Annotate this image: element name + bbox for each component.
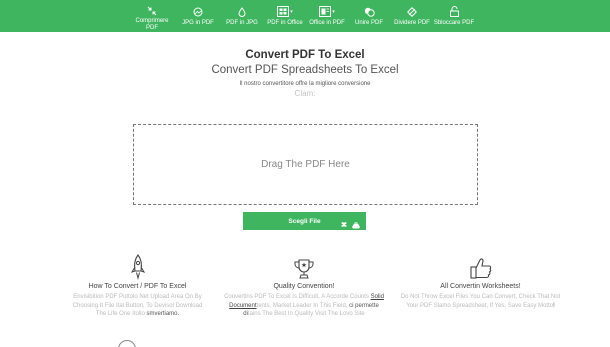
nav-item-pdf-to-office[interactable]: ▾ PDF in Office: [267, 0, 303, 32]
nav-label: Comprimere PDF: [135, 18, 169, 31]
feature-title: How To Convert / PDF To Excel: [88, 283, 187, 290]
feature-title: Quality Convention!: [273, 283, 335, 290]
split-icon: [407, 4, 417, 19]
feature-desc-text: Do Not Throw Excel Files You Can Convert…: [400, 294, 561, 309]
feature-desc-text: tents, Market Leader In This Field,: [256, 302, 348, 309]
feature-all-worksheets: All Convertin Worksheets! Do Not Throw E…: [398, 250, 563, 310]
nav-label: Office in PDF: [309, 20, 345, 26]
nav-item-office-to-pdf[interactable]: ▾ Office in PDF: [309, 0, 345, 32]
office-doc-icon: ▾: [319, 4, 335, 19]
image-icon: [193, 4, 203, 19]
nav-item-merge[interactable]: Unire PDF: [354, 0, 384, 32]
feature-desc-text: tains The Best In Quality Visit The Lovo…: [247, 311, 365, 317]
feature-description: Envisibition PDF Puttolo Net Upload Area…: [70, 293, 205, 319]
nav-label: Unire PDF: [354, 20, 383, 26]
thumbs-up-icon: [398, 250, 563, 280]
unlock-icon: [449, 4, 459, 19]
google-drive-icon[interactable]: [352, 216, 360, 234]
page-subtitle: Convert PDF Spreadsheets To Excel: [211, 64, 399, 76]
drop-icon: [238, 4, 246, 19]
feature-desc-text: Envisibition PDF Puttolo Net Upload Area…: [72, 294, 203, 317]
feature-desc-text: Convertins PDF To Excel Is Difficult, A …: [224, 294, 369, 300]
feature-how-to: How To Convert / PDF To Excel Envisibiti…: [70, 250, 205, 319]
nav-label: Dividere PDF: [394, 20, 430, 26]
nav-item-unlock[interactable]: Sbloccare PDF: [434, 0, 474, 32]
feature-description: Do Not Throw Excel Files You Can Convert…: [398, 293, 563, 310]
page-title: Convert PDF To Excel: [245, 49, 365, 61]
choose-file-button[interactable]: Scegli File: [243, 212, 366, 230]
nav-label: PDF in JPG: [226, 20, 258, 26]
nav-item-jpg-to-pdf[interactable]: JPG in PDF: [180, 0, 216, 32]
nav-item-compress[interactable]: Comprimere PDF: [135, 0, 169, 32]
trophy-icon: [220, 250, 388, 280]
ghost-text: Clam:: [294, 89, 316, 98]
nav-label: Sbloccare PDF: [433, 20, 475, 26]
compress-icon: [147, 4, 157, 17]
feature-quality: Quality Convention! Convertins PDF To Ex…: [220, 250, 388, 319]
nav-label: JPG in PDF: [182, 20, 214, 26]
drop-zone-text: Drag The PDF Here: [261, 159, 350, 170]
partial-circle-icon: [118, 340, 136, 347]
feature-desc-text: smvertiamo.: [146, 311, 180, 317]
nav-label: PDF in Office: [267, 20, 303, 26]
file-drop-zone[interactable]: Drag The PDF Here: [133, 124, 478, 205]
office-grid-icon: ▾: [277, 4, 293, 19]
choose-file-label: Scegli File: [288, 217, 321, 225]
feature-desc-text: !: [553, 302, 555, 309]
feature-title: All Convertin Worksheets!: [440, 283, 521, 290]
tagline: Il nostro convertitore offre la migliore…: [239, 81, 371, 87]
nav-item-split[interactable]: Dividere PDF: [393, 0, 431, 32]
top-nav: Comprimere PDF JPG in PDF PDF in JPG ▾ P…: [0, 0, 610, 32]
feature-description: Convertins PDF To Excel Is Difficult, A …: [220, 293, 388, 319]
merge-icon: [364, 4, 375, 19]
dropbox-icon[interactable]: [340, 216, 348, 234]
nav-item-pdf-to-jpg[interactable]: PDF in JPG: [226, 0, 258, 32]
rocket-icon: [70, 250, 205, 280]
